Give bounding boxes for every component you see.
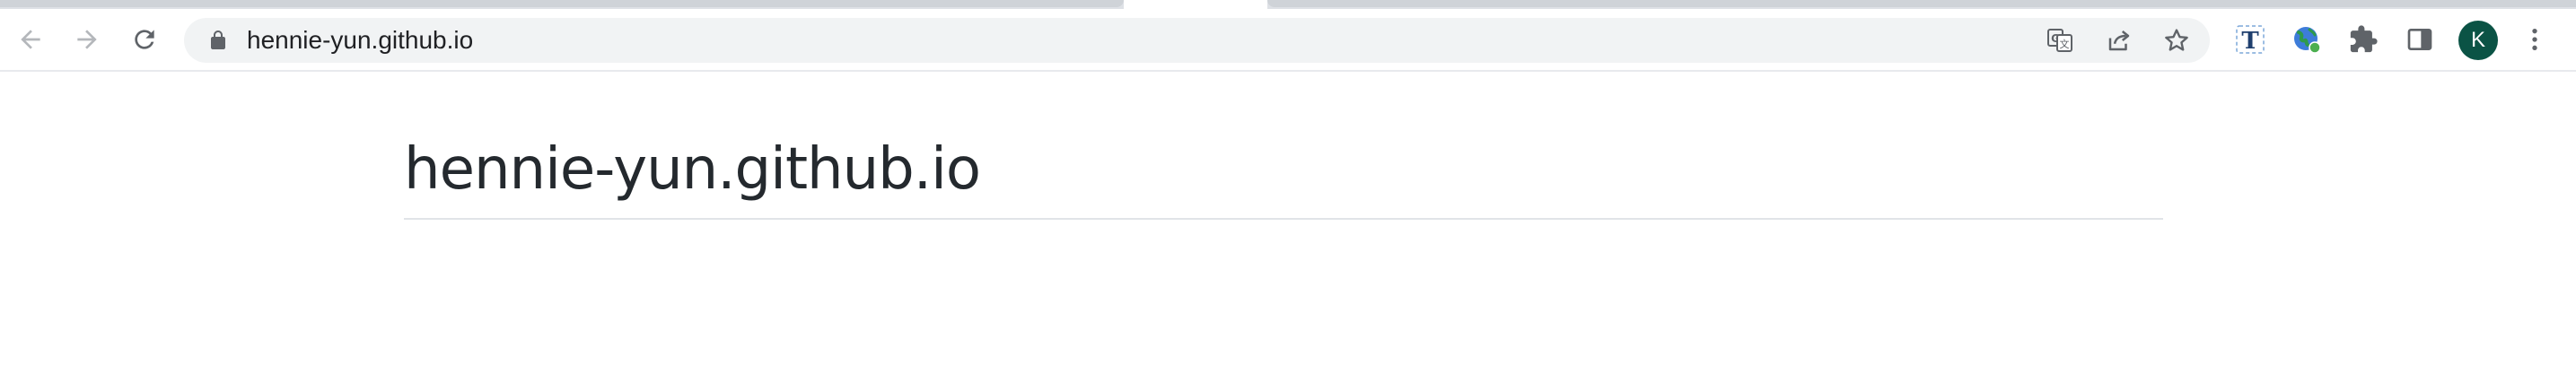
- forward-icon: [77, 30, 97, 49]
- browser-toolbar: hennie-yun.github.io G 文 T K: [0, 9, 2576, 72]
- extensions-puzzle-icon: [2350, 25, 2378, 53]
- share-icon: [2108, 30, 2130, 51]
- url-text[interactable]: hennie-yun.github.io: [247, 18, 473, 63]
- side-panel-icon: [2407, 29, 2432, 50]
- profile-avatar[interactable]: K: [2458, 21, 2498, 60]
- extension-t-button[interactable]: T: [2229, 18, 2272, 61]
- reload-icon: [135, 30, 154, 49]
- share-button[interactable]: [2103, 24, 2135, 57]
- svg-text:T: T: [2241, 28, 2259, 55]
- lock-icon[interactable]: [207, 30, 229, 51]
- menu-icon: [2532, 29, 2537, 50]
- back-button[interactable]: [9, 18, 52, 61]
- bookmark-star-icon: [2165, 29, 2188, 51]
- extensions-button[interactable]: [2342, 18, 2385, 61]
- page-content: hennie-yun.github.io: [0, 74, 2576, 383]
- page-title: hennie-yun.github.io: [404, 136, 981, 203]
- extension-globe-icon: [2294, 27, 2321, 54]
- tab-strip: [0, 0, 2576, 9]
- back-icon: [21, 30, 40, 49]
- menu-button[interactable]: [2513, 18, 2556, 61]
- tab-active[interactable]: [1124, 0, 1267, 9]
- reload-button[interactable]: [123, 18, 166, 61]
- translate-icon: G 文: [2047, 29, 2072, 52]
- side-panel-button[interactable]: [2398, 18, 2441, 61]
- tab-inactive-left[interactable]: [0, 0, 1124, 7]
- forward-button[interactable]: [66, 18, 109, 61]
- translate-button[interactable]: G 文: [2044, 24, 2076, 57]
- bookmark-button[interactable]: [2160, 24, 2193, 57]
- svg-text:文: 文: [2060, 38, 2070, 50]
- title-divider: [404, 218, 2163, 220]
- tab-inactive-right[interactable]: [1267, 0, 2576, 7]
- extension-globe-button[interactable]: [2285, 18, 2328, 61]
- address-bar[interactable]: hennie-yun.github.io G 文: [184, 18, 2210, 63]
- extension-t-icon: T: [2236, 25, 2265, 55]
